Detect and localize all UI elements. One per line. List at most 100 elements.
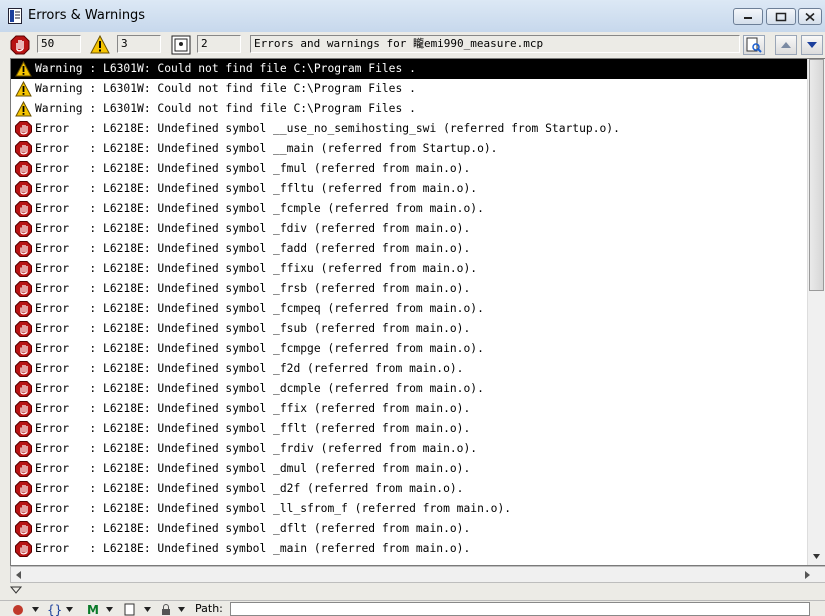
warning-row[interactable]: Warning : L6301W: Could not find file C:… [11, 79, 808, 99]
message-text: Error : L6218E: Undefined symbol _fflt (… [35, 422, 471, 435]
path-input[interactable] [230, 602, 810, 616]
message-text: Error : L6218E: Undefined symbol __main … [35, 142, 498, 155]
error-count-field: 50 [37, 35, 81, 53]
error-row[interactable]: Error : L6218E: Undefined symbol _fcmpge… [11, 339, 808, 359]
stop-hand-icon [15, 461, 32, 477]
triangle-up-icon [781, 42, 791, 48]
collapse-arrow-icon[interactable] [10, 586, 22, 594]
message-text: Error : L6218E: Undefined symbol _fdiv (… [35, 222, 471, 235]
maximize-button[interactable] [766, 8, 796, 25]
stop-hand-icon [15, 181, 32, 197]
vertical-scrollbar[interactable] [807, 59, 825, 565]
project-path-field: Errors and warnings for 矓emi990_measure.… [250, 35, 740, 53]
message-text: Error : L6218E: Undefined symbol _frsb (… [35, 282, 471, 295]
error-row[interactable]: Error : L6218E: Undefined symbol _f2d (r… [11, 359, 808, 379]
scrollbar-thumb[interactable] [809, 59, 824, 291]
stop-hand-icon [15, 441, 32, 457]
stop-hand-icon [15, 421, 32, 437]
marker-menu-icon[interactable]: M [86, 603, 114, 616]
error-row[interactable]: Error : L6218E: Undefined symbol _fmul (… [11, 159, 808, 179]
error-row[interactable]: Error : L6218E: Undefined symbol _frdiv … [11, 439, 808, 459]
scroll-down-arrow-icon[interactable] [808, 548, 825, 565]
message-text: Error : L6218E: Undefined symbol _dcmple… [35, 382, 484, 395]
error-row[interactable]: Error : L6218E: Undefined symbol _fadd (… [11, 239, 808, 259]
message-text: Error : L6218E: Undefined symbol _ll_sfr… [35, 502, 512, 515]
message-text: Warning : L6301W: Could not find file C:… [35, 102, 416, 115]
error-row[interactable]: Error : L6218E: Undefined symbol _dflt (… [11, 519, 808, 539]
bottom-toolbar: {} M Path: [0, 600, 825, 616]
message-text: Error : L6218E: Undefined symbol _fcmpeq… [35, 302, 484, 315]
message-text: Error : L6218E: Undefined symbol _fcmple… [35, 202, 484, 215]
error-row[interactable]: Error : L6218E: Undefined symbol _fdiv (… [11, 219, 808, 239]
message-text: Warning : L6301W: Could not find file C:… [35, 62, 416, 75]
error-row[interactable]: Error : L6218E: Undefined symbol _ffixu … [11, 259, 808, 279]
stop-hand-icon [15, 381, 32, 397]
message-text: Error : L6218E: Undefined symbol _d2f (r… [35, 482, 464, 495]
stop-hand-icon [15, 401, 32, 417]
warning-triangle-icon [15, 81, 32, 97]
message-text: Error : L6218E: Undefined symbol _fcmpge… [35, 342, 484, 355]
minimize-icon [744, 16, 752, 19]
file-menu-icon[interactable] [12, 603, 40, 616]
close-button[interactable] [798, 8, 822, 25]
app-icon [8, 8, 22, 24]
warning-triangle-icon[interactable] [90, 35, 110, 55]
svg-text:M: M [87, 603, 99, 616]
info-document-icon[interactable] [171, 35, 191, 55]
warning-triangle-icon [15, 101, 32, 117]
message-list[interactable]: Warning : L6301W: Could not find file C:… [11, 59, 808, 565]
next-message-button[interactable] [801, 35, 823, 55]
error-row[interactable]: Error : L6218E: Undefined symbol __use_n… [11, 119, 808, 139]
message-text: Error : L6218E: Undefined symbol _fsub (… [35, 322, 471, 335]
warning-triangle-icon [15, 61, 32, 77]
message-text: Error : L6218E: Undefined symbol __use_n… [35, 122, 620, 135]
stop-hand-icon[interactable] [10, 35, 30, 55]
scroll-left-arrow-icon[interactable] [14, 570, 22, 580]
error-row[interactable]: Error : L6218E: Undefined symbol _fflt (… [11, 419, 808, 439]
minimize-button[interactable] [733, 8, 763, 25]
warning-row[interactable]: Warning : L6301W: Could not find file C:… [11, 59, 808, 79]
error-row[interactable]: Error : L6218E: Undefined symbol _fsub (… [11, 319, 808, 339]
window-title: Errors & Warnings [28, 8, 146, 23]
message-list-frame: Warning : L6301W: Could not find file C:… [10, 58, 825, 566]
scroll-right-arrow-icon[interactable] [804, 570, 812, 580]
previous-message-button[interactable] [775, 35, 797, 55]
stop-hand-icon [15, 141, 32, 157]
stop-hand-icon [15, 321, 32, 337]
lock-icon[interactable] [160, 603, 188, 616]
close-icon [805, 12, 815, 21]
stop-hand-icon [15, 121, 32, 137]
error-row[interactable]: Error : L6218E: Undefined symbol _frsb (… [11, 279, 808, 299]
error-row[interactable]: Error : L6218E: Undefined symbol _fcmple… [11, 199, 808, 219]
title-bar[interactable]: Errors & Warnings [0, 0, 825, 33]
search-document-icon [746, 37, 762, 53]
error-row[interactable]: Error : L6218E: Undefined symbol _main (… [11, 539, 808, 559]
document-menu-icon[interactable] [124, 603, 152, 616]
error-row[interactable]: Error : L6218E: Undefined symbol _fcmpeq… [11, 299, 808, 319]
stop-hand-icon [15, 361, 32, 377]
stop-hand-icon [15, 261, 32, 277]
error-row[interactable]: Error : L6218E: Undefined symbol _dmul (… [11, 459, 808, 479]
message-text: Error : L6218E: Undefined symbol _fadd (… [35, 242, 471, 255]
search-button[interactable] [743, 35, 765, 55]
error-row[interactable]: Error : L6218E: Undefined symbol _dcmple… [11, 379, 808, 399]
stop-hand-icon [15, 341, 32, 357]
message-text: Error : L6218E: Undefined symbol _ffix (… [35, 402, 471, 415]
error-row[interactable]: Error : L6218E: Undefined symbol _ffix (… [11, 399, 808, 419]
message-text: Error : L6218E: Undefined symbol _ffltu … [35, 182, 478, 195]
warning-count-field: 3 [117, 35, 161, 53]
path-label: Path: [195, 602, 223, 615]
error-row[interactable]: Error : L6218E: Undefined symbol _ffltu … [11, 179, 808, 199]
messages-toolbar: 50 3 2 Errors and warnings for 矓emi990_m… [0, 32, 825, 58]
message-text: Error : L6218E: Undefined symbol _main (… [35, 542, 471, 555]
warning-row[interactable]: Warning : L6301W: Could not find file C:… [11, 99, 808, 119]
error-row[interactable]: Error : L6218E: Undefined symbol _d2f (r… [11, 479, 808, 499]
message-text: Error : L6218E: Undefined symbol _dflt (… [35, 522, 471, 535]
function-menu-icon[interactable]: {} [46, 603, 74, 616]
horizontal-scrollbar[interactable] [10, 566, 825, 583]
message-text: Warning : L6301W: Could not find file C:… [35, 82, 416, 95]
error-row[interactable]: Error : L6218E: Undefined symbol _ll_sfr… [11, 499, 808, 519]
error-row[interactable]: Error : L6218E: Undefined symbol __main … [11, 139, 808, 159]
stop-hand-icon [15, 221, 32, 237]
stop-hand-icon [15, 301, 32, 317]
